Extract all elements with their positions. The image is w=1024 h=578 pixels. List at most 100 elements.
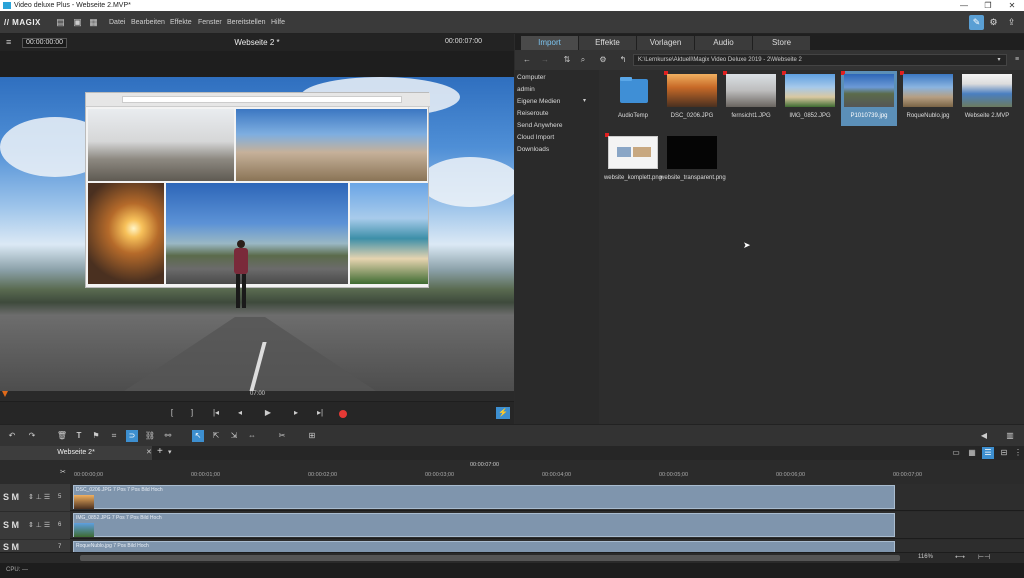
settings-icon[interactable]: ⚙ (597, 54, 609, 66)
scroll-thumb[interactable] (80, 555, 900, 561)
video-monitor[interactable] (0, 77, 514, 399)
view-scene-icon[interactable]: ▦ (966, 447, 978, 459)
track-5[interactable]: S M ⇕ ⊥ ☰ 5 DSC_0206.JPG 7 Pos 7 Pos Bil… (0, 484, 1024, 511)
solo-mute-buttons[interactable]: S M (3, 492, 19, 502)
track-6[interactable]: S M ⇕ ⊥ ☰ 6 IMG_0852.JPG 7 Pos 7 Pos Bil… (0, 512, 1024, 539)
menu-fenster[interactable]: Fenster (198, 19, 222, 26)
clip[interactable]: RoqueNublo.jpg 7 Pos Bild Hoch (73, 541, 895, 552)
delete-icon[interactable]: 🗑 (56, 430, 68, 442)
undo-icon[interactable]: ↶ (6, 430, 18, 442)
record-button[interactable] (339, 410, 347, 418)
track-tools-icon[interactable]: ⇕ ⊥ ☰ (28, 521, 50, 529)
split-icon[interactable]: ⌗ (108, 430, 120, 442)
folder-up-icon[interactable]: ↰ (617, 54, 629, 66)
tab-store[interactable]: Store (753, 36, 810, 50)
play-button[interactable]: ▶ (261, 407, 275, 419)
snapshot-icon[interactable]: ⊞ (306, 430, 318, 442)
tab-import[interactable]: Import (521, 36, 578, 50)
file-item[interactable]: AudioTemp (605, 71, 661, 126)
solo-mute-buttons[interactable]: S M (3, 520, 19, 530)
upload-icon[interactable]: ⇪ (1004, 15, 1019, 30)
file-item[interactable]: fernsicht1.JPG (723, 71, 779, 126)
view-storyboard-icon[interactable]: ▭ (950, 447, 962, 459)
track-tools-icon[interactable]: ⇕ ⊥ ☰ (28, 493, 50, 501)
pointer-icon[interactable]: ↖ (192, 430, 204, 442)
range-select-icon[interactable]: ⇲ (228, 430, 240, 442)
speaker-icon[interactable]: ◀ (978, 430, 990, 442)
tree-item-reiseroute[interactable]: Reiseroute (517, 110, 548, 117)
more-icon[interactable]: ⋮ (1012, 447, 1024, 459)
back-arrow-icon[interactable]: ← (521, 54, 533, 66)
zoom-out-icon[interactable]: ⊢⊣ (978, 553, 990, 561)
add-tab-button[interactable]: + (157, 446, 163, 457)
chevron-down-icon[interactable]: ▾ (993, 54, 1005, 66)
pen-tool-icon[interactable]: ✎ (969, 15, 984, 30)
view-mixer-icon[interactable]: ⊟ (998, 447, 1010, 459)
text-icon[interactable]: T (73, 430, 85, 442)
file-item[interactable]: DSC_0206.JPG (664, 71, 720, 126)
tree-item-downloads[interactable]: Downloads (517, 146, 549, 153)
close-icon[interactable]: ✕ (146, 448, 152, 456)
playhead-marker[interactable] (2, 391, 8, 397)
tree-item-computer[interactable]: Computer (517, 74, 546, 81)
tree-item-send-anywhere[interactable]: Send Anywhere (517, 122, 563, 129)
tab-webseite-2[interactable]: Webseite 2* (0, 446, 152, 460)
menu-datei[interactable]: Datei (109, 19, 125, 26)
mixer-icon[interactable]: ▥ (1004, 430, 1016, 442)
track-7[interactable]: S M 7 RoqueNublo.jpg 7 Pos Bild Hoch (0, 540, 1024, 553)
ripple-icon[interactable]: ⊃ (126, 430, 138, 442)
file-item[interactable]: website_transparent.png (660, 133, 726, 188)
link-icon[interactable]: ⛓ (144, 430, 156, 442)
zoom-level[interactable]: 116% (918, 554, 933, 560)
stretch-icon[interactable]: ⇔ (246, 430, 258, 442)
tree-item-admin[interactable]: admin (517, 86, 535, 93)
menu-bearbeiten[interactable]: Bearbeiten (131, 19, 165, 26)
maximize-button[interactable]: ❐ (976, 0, 1000, 11)
cut-icon[interactable]: ✂ (276, 430, 288, 442)
mark-in-button[interactable]: [ (165, 407, 179, 419)
chevron-down-icon[interactable]: ▾ (168, 448, 172, 456)
solo-mute-buttons[interactable]: S M (3, 542, 19, 552)
timeline-scrollbar[interactable]: 116% ⟷ ⊢⊣ (0, 553, 1024, 563)
prev-frame-button[interactable]: ◂ (233, 407, 247, 419)
file-item-selected[interactable]: P1010739.jpg (841, 71, 897, 126)
clip[interactable]: DSC_0206.JPG 7 Pos 7 Pos Bild Hoch (73, 485, 895, 509)
file-item[interactable]: website_komplett.png (604, 133, 662, 188)
path-field[interactable]: K:\Lernkurse\Aktuell\Magix Video Deluxe … (633, 54, 1007, 66)
save-icon[interactable]: ▣ (73, 17, 82, 27)
scissors-icon[interactable]: ✂ (60, 468, 66, 476)
tab-vorlagen[interactable]: Vorlagen (637, 36, 694, 50)
clip[interactable]: IMG_0852.JPG 7 Pos 7 Pos Bild Hoch (73, 513, 895, 537)
settings-icon[interactable]: ⚙ (986, 15, 1001, 30)
view-timeline-icon[interactable]: ☰ (982, 447, 994, 459)
scrub-bar[interactable]: 07:00 (0, 391, 514, 401)
timeline-ruler[interactable]: 00:00:07:00 00:00:00;00 00:00:01;00 00:0… (0, 460, 1024, 484)
file-item[interactable]: RoqueNublo.jpg (900, 71, 956, 126)
menu-effekte[interactable]: Effekte (170, 19, 192, 26)
redo-icon[interactable]: ↷ (26, 430, 38, 442)
tab-effekte[interactable]: Effekte (579, 36, 636, 50)
close-button[interactable]: ✕ (1000, 0, 1024, 11)
multi-select-icon[interactable]: ⇱ (210, 430, 222, 442)
mark-out-button[interactable]: ] (185, 407, 199, 419)
unlink-icon[interactable]: ⚯ (162, 430, 174, 442)
file-item[interactable]: Webseite 2.MVP (959, 71, 1015, 126)
forward-arrow-icon[interactable]: → (539, 54, 551, 66)
film-icon[interactable]: ▦ (89, 17, 98, 27)
search-icon[interactable]: ⌕ (577, 54, 589, 66)
prev-marker-button[interactable]: |◂ (209, 407, 223, 419)
tree-item-cloud-import[interactable]: Cloud Import (517, 134, 554, 141)
menu-bereitstellen[interactable]: Bereitstellen (227, 19, 266, 26)
file-item[interactable]: IMG_0852.JPG (782, 71, 838, 126)
menu-hilfe[interactable]: Hilfe (271, 19, 285, 26)
view-options-icon[interactable]: ≡ (1011, 54, 1023, 66)
next-frame-button[interactable]: ▸ (289, 407, 303, 419)
lightning-icon[interactable]: ⚡ (496, 407, 510, 419)
new-file-icon[interactable]: ▤ (56, 17, 65, 27)
minimize-button[interactable]: — (952, 0, 976, 11)
sort-icon[interactable]: ⇅ (561, 54, 573, 66)
next-marker-button[interactable]: ▸| (313, 407, 327, 419)
marker-flag-icon[interactable]: ⚑ (90, 430, 102, 442)
chevron-down-icon[interactable]: ▾ (583, 97, 586, 104)
zoom-fit-icon[interactable]: ⟷ (955, 553, 965, 561)
